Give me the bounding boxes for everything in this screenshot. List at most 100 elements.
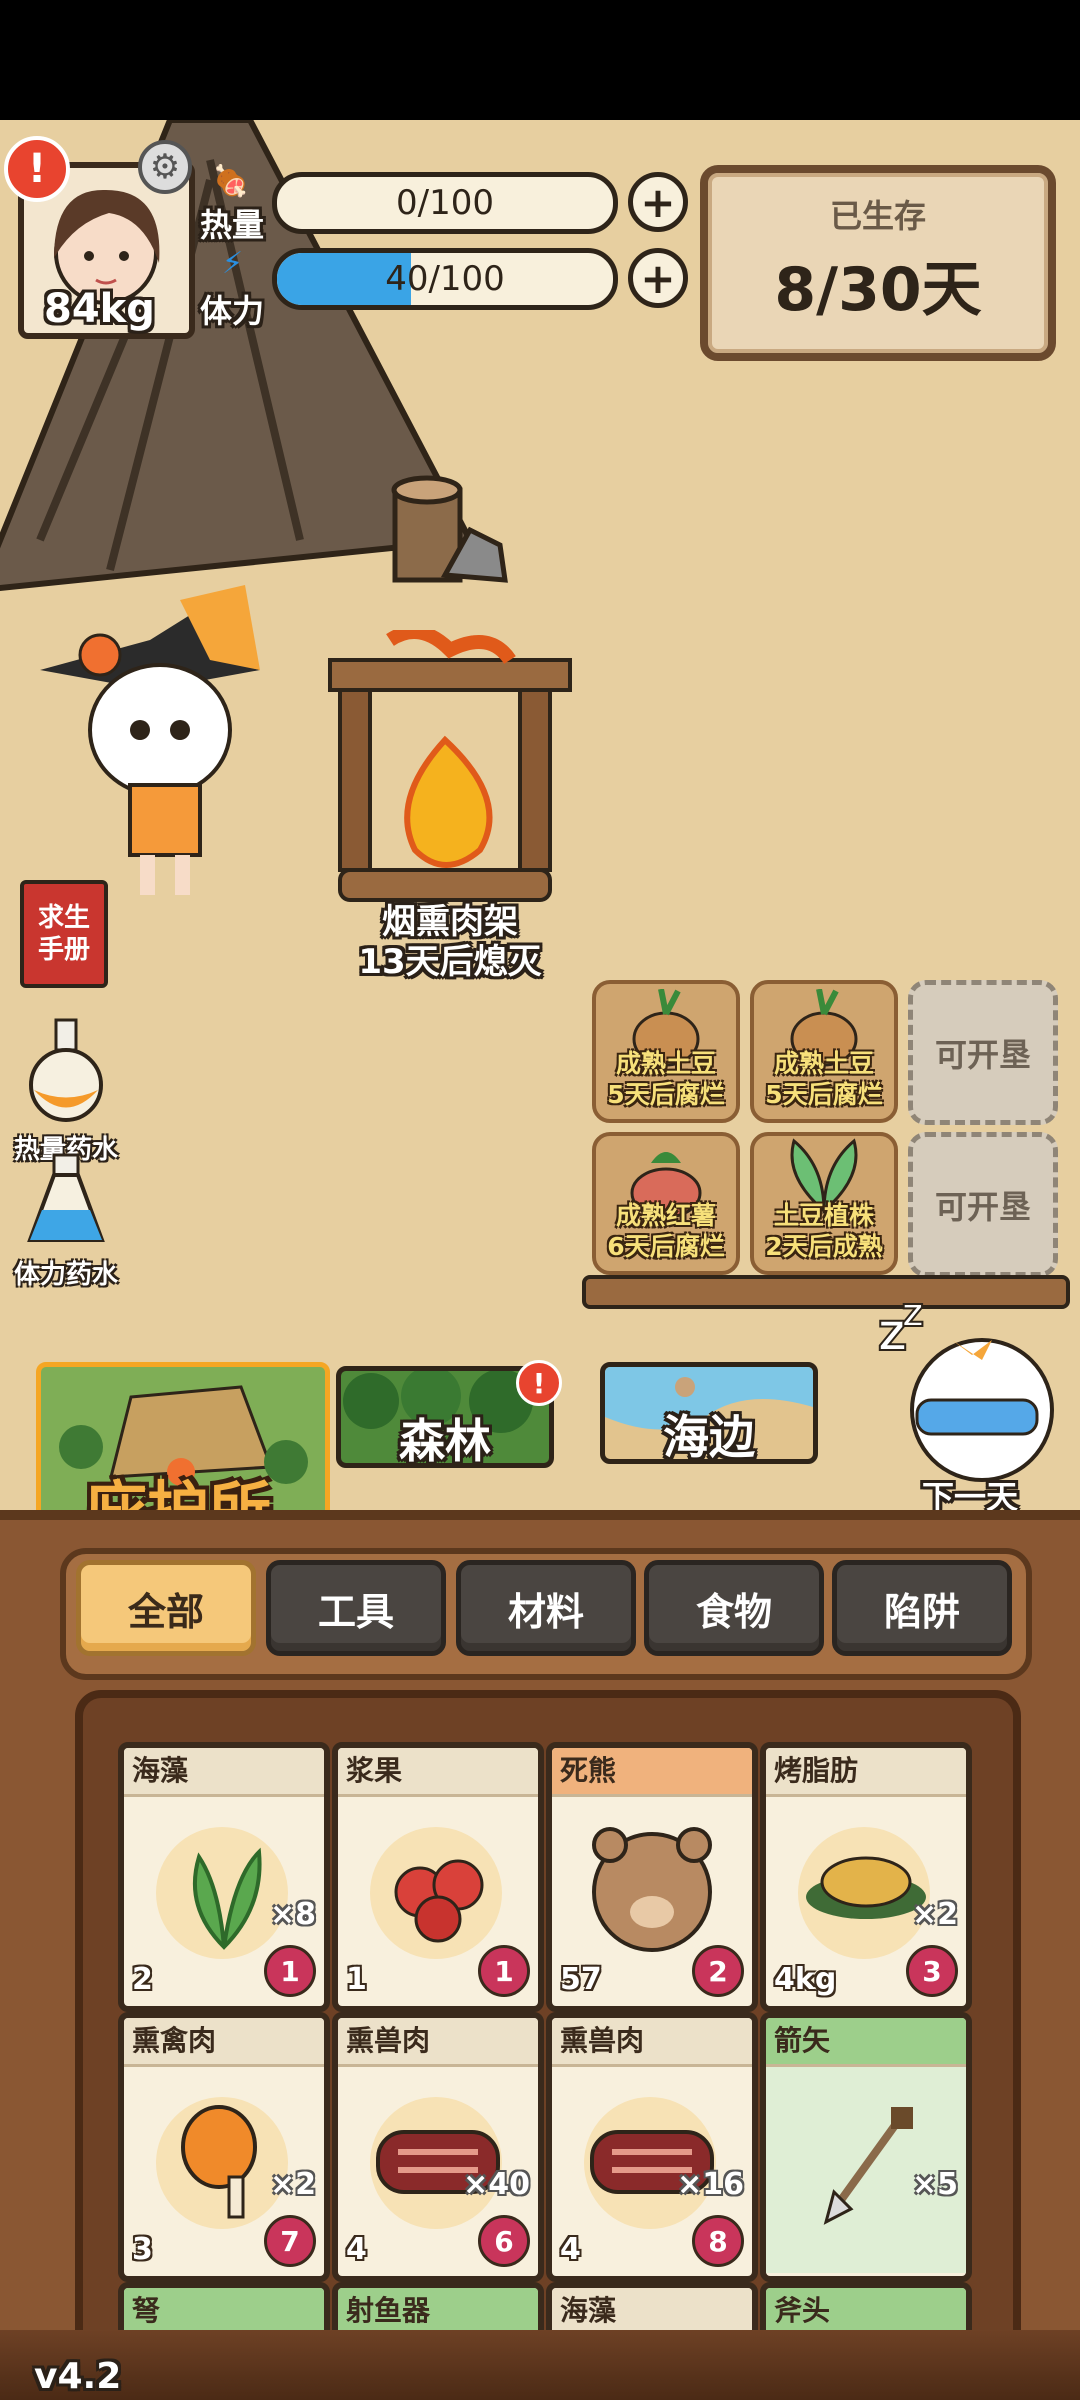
witch-character[interactable] bbox=[30, 580, 270, 910]
heat-icon: 🍖 bbox=[212, 164, 250, 199]
item-card[interactable]: 熏兽肉 ×16 4 8 bbox=[546, 2012, 758, 2282]
tab-materials[interactable]: 材料 bbox=[456, 1560, 636, 1656]
arrow-icon bbox=[823, 2107, 913, 2225]
manual-book-icon: 求生手册 bbox=[20, 880, 108, 988]
farm-plot-empty[interactable]: 可开垦 bbox=[908, 980, 1058, 1125]
smoker-rack-icon[interactable] bbox=[320, 630, 580, 920]
item-name: 海藻 bbox=[124, 1748, 324, 1797]
plot-status: 成熟土豆 bbox=[773, 1049, 874, 1078]
orange-potion-icon bbox=[29, 1018, 103, 1122]
tab-tools[interactable]: 工具 bbox=[266, 1560, 446, 1656]
smoker-status: 13天后熄灭 bbox=[358, 942, 542, 982]
survival-manual[interactable]: 求生手册 bbox=[14, 880, 114, 988]
item-weight: 4 bbox=[560, 2232, 581, 2267]
item-card[interactable]: 死熊 57 2 bbox=[546, 1742, 758, 2012]
heat-label: 热量 bbox=[200, 206, 265, 244]
item-count: ×16 bbox=[677, 2167, 744, 2202]
tab-tools-label: 工具 bbox=[317, 1589, 394, 1634]
item-name: 熏禽肉 bbox=[124, 2018, 324, 2067]
bear-icon bbox=[592, 1827, 712, 1952]
farm-plot-empty[interactable]: 可开垦 bbox=[908, 1132, 1058, 1277]
item-weight: 4 bbox=[346, 2232, 367, 2267]
item-name: 熏兽肉 bbox=[552, 2018, 752, 2067]
stamina-label: 体力 bbox=[200, 292, 265, 330]
survived-label: 已生存 bbox=[829, 197, 926, 235]
seaside-label: 海边 bbox=[663, 1410, 755, 1464]
gear-icon[interactable]: ⚙ bbox=[138, 140, 192, 194]
item-name: 死熊 bbox=[552, 1748, 752, 1797]
item-badge: 6 bbox=[478, 2215, 530, 2267]
stamina-bolt-icon: ⚡ bbox=[222, 246, 244, 281]
farm-plots: 成熟土豆 5天后腐烂 成熟土豆 5天后腐烂 可开垦 成熟红薯 6天后腐烂 土豆植… bbox=[582, 980, 1070, 1310]
manual-label: 求生手册 bbox=[37, 903, 90, 965]
forest-alert-icon: ! bbox=[516, 1360, 562, 1406]
heat-potion[interactable]: 热量药水 bbox=[6, 1015, 126, 1166]
item-name: 箭矢 bbox=[766, 2018, 966, 2067]
plot-timer: 2天后成熟 bbox=[765, 1232, 883, 1261]
item-name: 浆果 bbox=[338, 1748, 538, 1797]
item-count: ×2 bbox=[269, 2167, 316, 2202]
plot-empty-label: 可开垦 bbox=[934, 1035, 1031, 1074]
add-stamina-button[interactable]: + bbox=[628, 248, 688, 308]
drumstick-icon bbox=[181, 2105, 257, 2219]
farm-plot[interactable]: 土豆植株 2天后成熟 bbox=[750, 1132, 898, 1275]
item-badge: 3 bbox=[906, 1945, 958, 1997]
tab-all[interactable]: 全部 bbox=[76, 1560, 256, 1656]
item-weight: 4kg bbox=[774, 1962, 837, 1997]
tab-food[interactable]: 食物 bbox=[644, 1560, 824, 1656]
item-count: ×8 bbox=[269, 1897, 316, 1932]
item-name: 烤脂肪 bbox=[766, 1748, 966, 1797]
blue-potion-icon bbox=[27, 1153, 105, 1242]
tab-traps-label: 陷阱 bbox=[883, 1589, 960, 1634]
item-badge: 1 bbox=[478, 1945, 530, 1997]
plot-timer: 5天后腐烂 bbox=[765, 1080, 883, 1109]
stamina-bar: 40/100 bbox=[272, 248, 618, 310]
plot-timer: 6天后腐烂 bbox=[607, 1232, 725, 1261]
farm-plot[interactable]: 成熟红薯 6天后腐烂 bbox=[592, 1132, 740, 1275]
svg-text:Z: Z bbox=[902, 1300, 924, 1334]
plot-status: 土豆植株 bbox=[773, 1201, 874, 1230]
plot-timer: 5天后腐烂 bbox=[607, 1080, 725, 1109]
item-card[interactable]: 熏禽肉 ×2 3 7 bbox=[118, 2012, 330, 2282]
item-weight: 2 bbox=[132, 1962, 153, 1997]
location-seaside[interactable]: 海边 bbox=[600, 1362, 818, 1464]
plot-status: 成熟红薯 bbox=[615, 1201, 716, 1230]
alert-icon[interactable]: ! bbox=[4, 136, 70, 202]
item-weight: 1 bbox=[346, 1962, 367, 1997]
add-heat-button[interactable]: + bbox=[628, 172, 688, 232]
seaweed-icon bbox=[192, 1847, 262, 1950]
stamina-potion-label: 体力药水 bbox=[13, 1260, 118, 1290]
tab-materials-label: 材料 bbox=[507, 1589, 584, 1634]
item-card[interactable]: 烤脂肪 ×2 4kg 3 bbox=[760, 1742, 972, 2012]
item-badge: 1 bbox=[264, 1945, 316, 1997]
forest-label: 森林 bbox=[399, 1414, 491, 1468]
stamina-potion[interactable]: 体力药水 bbox=[6, 1150, 126, 1291]
farm-plot[interactable]: 成熟土豆 5天后腐烂 bbox=[592, 980, 740, 1123]
item-count: ×40 bbox=[463, 2167, 530, 2202]
farm-plot[interactable]: 成熟土豆 5天后腐烂 bbox=[750, 980, 898, 1123]
player-weight: 84kg bbox=[44, 286, 155, 332]
survival-panel: 已生存 8/30天 bbox=[700, 165, 1056, 361]
item-card[interactable]: 熏兽肉 ×40 4 6 bbox=[332, 2012, 544, 2282]
heat-bar: 0/100 bbox=[272, 172, 618, 234]
item-card[interactable]: 浆果 1 1 bbox=[332, 1742, 544, 2012]
game-scene: ! ⚙ 84kg 🍖 热量 0/100 + ⚡ 体力 40/100 + 已生存 … bbox=[0, 120, 1080, 2400]
tab-food-label: 食物 bbox=[695, 1589, 772, 1634]
item-count: ×5 bbox=[911, 2167, 958, 2202]
plot-status: 成熟土豆 bbox=[615, 1049, 716, 1078]
smoker-name: 烟熏肉架 bbox=[382, 902, 518, 942]
bag-bottom bbox=[0, 2330, 1080, 2400]
sleeping-girl-icon[interactable]: Z Z bbox=[872, 1300, 1072, 1500]
item-count: ×2 bbox=[911, 1897, 958, 1932]
item-badge: 8 bbox=[692, 2215, 744, 2267]
tab-all-label: 全部 bbox=[127, 1589, 204, 1634]
item-weight: 3 bbox=[132, 2232, 153, 2267]
item-weight: 57 bbox=[560, 1962, 602, 1997]
heat-value: 0/100 bbox=[396, 183, 494, 223]
tab-traps[interactable]: 陷阱 bbox=[832, 1560, 1012, 1656]
plot-empty-label: 可开垦 bbox=[934, 1187, 1031, 1226]
stamina-value: 40/100 bbox=[385, 259, 505, 299]
item-card[interactable]: 箭矢 ×5 bbox=[760, 2012, 972, 2282]
survived-days: 8/30天 bbox=[774, 255, 982, 325]
item-card[interactable]: 海藻 ×8 2 1 bbox=[118, 1742, 330, 2012]
